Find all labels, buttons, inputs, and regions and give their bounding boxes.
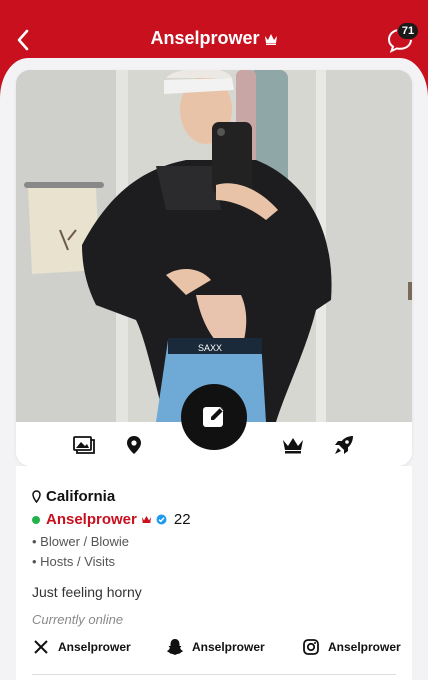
online-indicator (32, 515, 40, 524)
crown-button[interactable] (282, 434, 304, 456)
rocket-icon (335, 436, 353, 454)
online-status: Currently online (32, 612, 124, 627)
page-title-text: Anselprower (150, 28, 260, 48)
social-handle: Anselprower (58, 640, 131, 654)
name-row: Anselprower 22 (32, 511, 191, 528)
x-icon (32, 638, 50, 656)
instagram-icon (302, 638, 320, 656)
social-link-snapchat[interactable]: Anselprower (166, 638, 266, 656)
social-links: Anselprower Anselprower Anselprower (16, 638, 412, 664)
crown-icon (264, 33, 277, 45)
social-handle: Anselprower (192, 640, 265, 654)
svg-text:SAXX: SAXX (198, 343, 222, 353)
snapchat-icon (166, 638, 184, 656)
location-pin-icon (127, 436, 141, 454)
social-handle: Anselprower (328, 640, 401, 654)
social-link-instagram[interactable]: Anselprower (302, 638, 412, 656)
crown-icon (141, 515, 151, 523)
profile-age: 22 (173, 511, 191, 528)
boost-button[interactable] (333, 434, 355, 456)
location-text: California (46, 488, 116, 505)
profile-photo[interactable]: SAXX (16, 70, 412, 422)
social-link-x[interactable]: Anselprower (32, 638, 142, 656)
chat-count-badge: 71 (397, 22, 419, 40)
verified-icon (156, 514, 167, 525)
edit-icon (203, 407, 224, 427)
profile-tag: • Blower / Blowie (32, 534, 130, 549)
page-title: Anselprower (0, 28, 428, 49)
profile-card: SAXX (16, 70, 412, 466)
crown-icon (283, 438, 303, 454)
profile-tag: • Hosts / Visits (32, 554, 116, 569)
location-pin-icon (32, 490, 41, 503)
profile-name: Anselprower (46, 511, 137, 528)
location-button[interactable] (123, 434, 145, 456)
location-row: California (32, 488, 115, 505)
photos-icon (73, 436, 95, 454)
profile-info: California Anselprower 22 • Blower / Blo… (16, 466, 412, 680)
edit-profile-button[interactable] (181, 384, 247, 450)
status-message: Just feeling horny (32, 584, 142, 600)
divider (32, 674, 396, 675)
photos-button[interactable] (73, 434, 95, 456)
